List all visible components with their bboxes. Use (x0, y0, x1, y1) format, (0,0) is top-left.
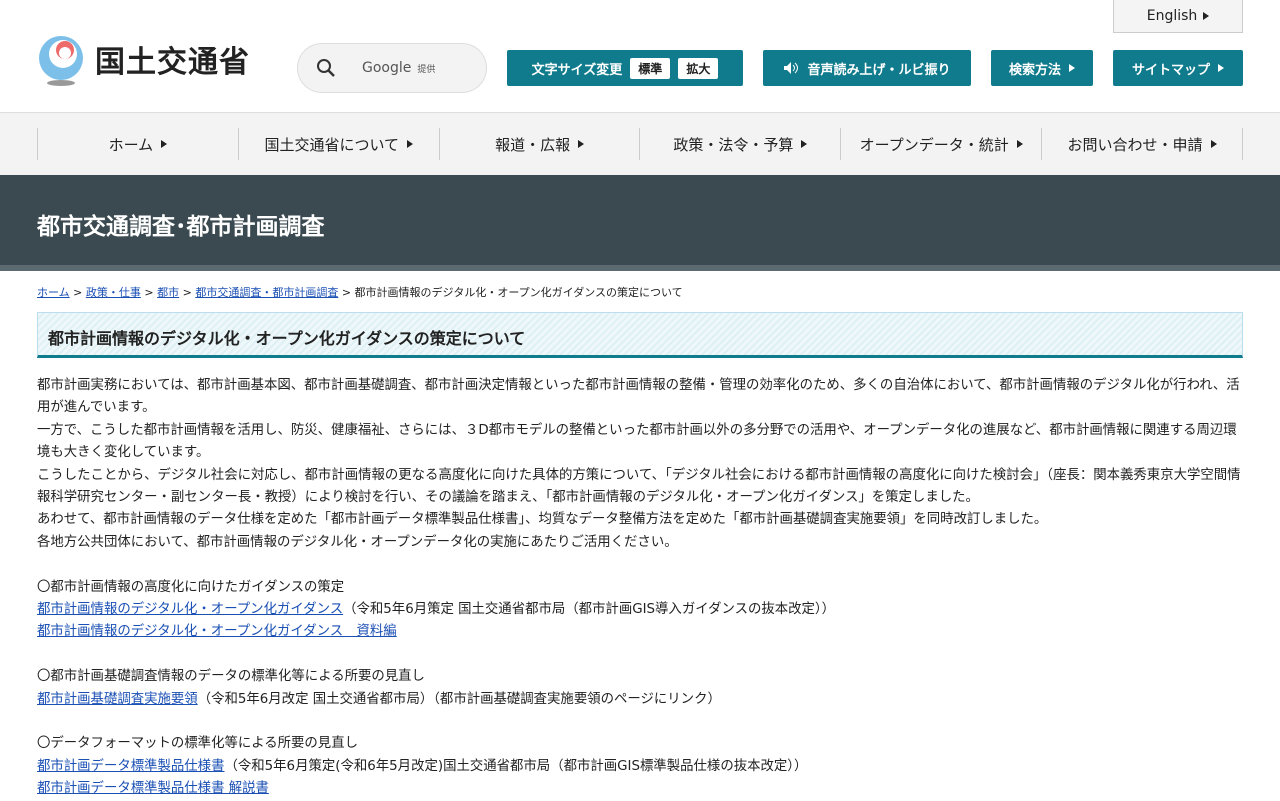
guidance-appendix-link[interactable]: 都市計画情報のデジタル化・オープン化ガイダンス 資料編 (37, 624, 397, 639)
main-content: 都市計画実務においては、都市計画基本図、都市計画基礎調査、都市計画決定情報といっ… (37, 375, 1243, 801)
nav-policy[interactable]: 政策・法令・予算 (639, 128, 840, 160)
english-link[interactable]: English (1113, 0, 1243, 33)
font-large-button[interactable]: 拡大 (678, 57, 719, 79)
google-label: Google (362, 60, 412, 76)
triangle-right-icon (1203, 12, 1210, 20)
section-heading: 〇都市計画基礎調査情報のデータの標準化等による所要の見直し (37, 669, 425, 685)
paragraph: あわせて、都市計画情報のデータ仕様を定めた「都市計画データ標準製品仕様書」、均質… (37, 512, 1048, 528)
nav-label: 報道・広報 (495, 135, 571, 154)
english-label: English (1146, 8, 1198, 24)
font-size-control: 文字サイズ変更 標準 拡大 (507, 50, 743, 86)
triangle-right-icon (578, 140, 585, 148)
nav-contact[interactable]: お問い合わせ・申請 (1041, 128, 1243, 160)
paragraph: こうしたことから、デジタル社会に対応し、都市計画情報の更なる高度化に向けた具体的… (37, 467, 1241, 506)
triangle-right-icon (1016, 140, 1023, 148)
nav-label: 政策・法令・予算 (673, 135, 794, 154)
triangle-right-icon (1210, 140, 1217, 148)
triangle-right-icon (1069, 64, 1075, 72)
nav-about[interactable]: 国土交通省について (237, 128, 439, 160)
speech-button[interactable]: 音声読み上げ・ルビ振り (763, 50, 971, 86)
product-spec-manual-link[interactable]: 都市計画データ標準製品仕様書 解説書 (37, 781, 269, 796)
link-note: （令和5年6月改定 国土交通省都市局）（都市計画基礎調査実施要領のページにリンク… (197, 691, 721, 707)
mlit-logo[interactable]: 国土交通省 (37, 32, 250, 86)
nav-label: ホーム (108, 135, 154, 154)
triangle-right-icon (407, 140, 414, 148)
nav-opendata[interactable]: オープンデータ・統計 (840, 128, 1041, 160)
breadcrumb: ホーム > 政策・仕事 > 都市 > 都市交通調査・都市計画調査 > 都市計画情… (37, 284, 683, 300)
section-heading: 〇都市計画情報の高度化に向けたガイダンスの策定 (37, 579, 345, 595)
logo-emblem-icon (39, 36, 83, 86)
breadcrumb-sep: > (73, 286, 83, 299)
section-heading: 〇データフォーマットの標準化等による所要の見直し (37, 736, 358, 752)
nav-label: お問い合わせ・申請 (1067, 135, 1203, 154)
breadcrumb-link[interactable]: 政策・仕事 (86, 286, 141, 299)
logo-text: 国土交通省 (95, 45, 250, 80)
paragraph: 一方で、こうした都市計画情報を活用し、防災、健康福祉、さらには、３D都市モデルの… (37, 422, 1237, 461)
section-banner: 都市交通調査･都市計画調査 (0, 175, 1280, 271)
global-nav: ホーム 国土交通省について 報道・広報 政策・法令・予算 オープンデータ・統計 … (0, 112, 1280, 175)
speaker-icon (784, 62, 799, 74)
search-icon (317, 59, 335, 77)
paragraph: 都市計画実務においては、都市計画基本図、都市計画基礎調査、都市計画決定情報といっ… (37, 378, 1240, 416)
search-method-button[interactable]: 検索方法 (991, 50, 1093, 86)
search-box[interactable]: Google 提供 (297, 43, 487, 93)
survey-guideline-link[interactable]: 都市計画基礎調査実施要領 (37, 692, 198, 707)
nav-label: オープンデータ・統計 (859, 135, 1009, 154)
sitemap-button[interactable]: サイトマップ (1113, 50, 1243, 86)
triangle-right-icon (1218, 64, 1224, 72)
link-note: （令和5年6月策定 国土交通省都市局（都市計画GIS導入ガイダンスの抜本改定）） (343, 602, 836, 618)
triangle-right-icon (801, 140, 808, 148)
nav-press[interactable]: 報道・広報 (438, 128, 640, 160)
product-spec-link[interactable]: 都市計画データ標準製品仕様書 (37, 759, 224, 774)
breadcrumb-sep: > (182, 286, 192, 299)
breadcrumb-sep: > (144, 286, 154, 299)
breadcrumb-current: 都市計画情報のデジタル化・オープン化ガイダンスの策定について (354, 286, 683, 299)
breadcrumb-link[interactable]: ホーム (37, 286, 70, 299)
link-note: （令和5年6月策定(令和6年5月改定)国土交通省都市局（都市計画GIS標準製品仕… (224, 758, 808, 774)
font-standard-button[interactable]: 標準 (630, 57, 671, 79)
page-title: 都市計画情報のデジタル化・オープン化ガイダンスの策定について (37, 312, 1243, 358)
guidance-link[interactable]: 都市計画情報のデジタル化・オープン化ガイダンス (37, 602, 343, 617)
triangle-right-icon (161, 140, 168, 148)
breadcrumb-sep: > (341, 286, 352, 299)
font-size-label: 文字サイズ変更 (531, 62, 623, 78)
sitemap-label: サイトマップ (1131, 62, 1210, 78)
nav-label: 国土交通省について (264, 135, 400, 154)
speech-label: 音声読み上げ・ルビ振り (807, 62, 951, 78)
breadcrumb-link[interactable]: 都市交通調査・都市計画調査 (195, 286, 338, 299)
search-method-label: 検索方法 (1008, 62, 1061, 78)
breadcrumb-link[interactable]: 都市 (157, 286, 179, 299)
provided-label: 提供 (417, 65, 436, 75)
nav-home[interactable]: ホーム (37, 128, 238, 160)
paragraph: 各地方公共団体において、都市計画情報のデジタル化・オープンデータ化の実施にあたり… (37, 534, 678, 550)
